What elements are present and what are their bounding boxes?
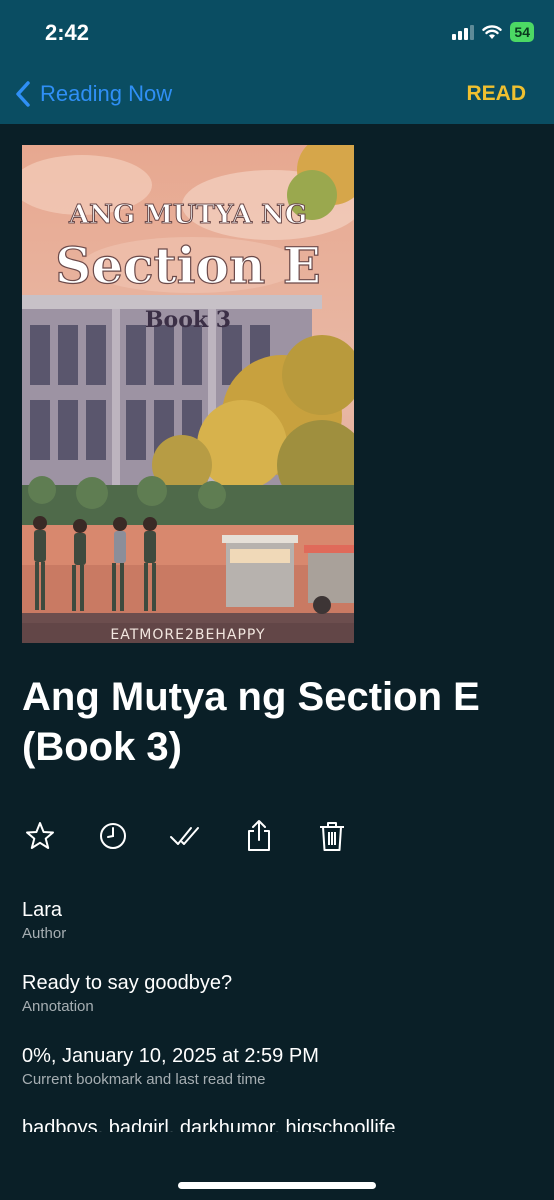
cover-line1: ANG MUTYA NG xyxy=(68,200,307,230)
navigation-header: 2:42 54 Reading Now READ xyxy=(0,0,554,124)
annotation-value: Ready to say goodbye? xyxy=(22,972,233,994)
bookmark-value: 0%, January 10, 2025 at 2:59 PM xyxy=(22,1045,319,1067)
back-label: Reading Now xyxy=(40,81,173,106)
history-button[interactable] xyxy=(95,818,131,854)
bookmark-section: 0%, January 10, 2025 at 2:59 PM Current … xyxy=(22,1044,542,1090)
wifi-icon xyxy=(482,25,503,39)
double-check-icon xyxy=(170,827,199,845)
tags-value: badboys, badgirl, darkhumor, higschoolli… xyxy=(22,1117,396,1132)
read-button[interactable]: READ xyxy=(466,82,526,106)
status-icons: 54 xyxy=(452,22,534,42)
annotation-section: Ready to say goodbye? Annotation xyxy=(22,971,542,1017)
book-action-bar xyxy=(22,818,352,854)
book-cover-image: ANG MUTYA NG Section E Book 3 EATMORE2BE… xyxy=(22,145,354,643)
bookmark-label: Current bookmark and last read time xyxy=(22,1071,266,1088)
author-value: Lara xyxy=(22,899,63,921)
share-button[interactable] xyxy=(241,818,277,854)
chevron-left-icon xyxy=(16,81,30,107)
annotation-label: Annotation xyxy=(22,998,94,1015)
cover-author-line: EATMORE2BEHAPPY xyxy=(110,627,265,643)
favorite-button[interactable] xyxy=(22,818,58,854)
delete-button[interactable] xyxy=(314,818,350,854)
battery-indicator: 54 xyxy=(510,22,534,42)
star-icon xyxy=(26,822,54,849)
status-time: 2:42 xyxy=(45,20,90,45)
book-title: Ang Mutya ng Section E (Book 3) xyxy=(22,675,480,769)
author-section: Lara Author xyxy=(22,898,542,944)
author-label: Author xyxy=(22,925,67,942)
cellular-signal-icon xyxy=(452,24,475,40)
cover-line2: Section E xyxy=(55,236,321,295)
tags-section: badboys, badgirl, darkhumor, higschoolli… xyxy=(22,1116,542,1132)
cover-line3: Book 3 xyxy=(145,307,231,333)
home-indicator[interactable] xyxy=(178,1182,376,1189)
clock-icon xyxy=(100,823,126,849)
mark-read-button[interactable] xyxy=(168,818,204,854)
share-icon xyxy=(248,820,270,851)
back-button[interactable]: Reading Now xyxy=(14,80,172,108)
trash-icon xyxy=(320,822,344,851)
